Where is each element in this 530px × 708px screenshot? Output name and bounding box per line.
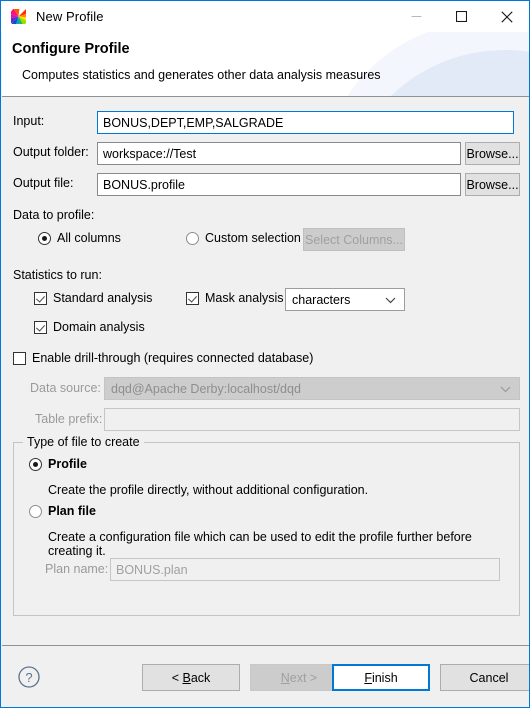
rainbow-pinwheel-icon [10,8,27,25]
checkbox-enable-drill-through-label: Enable drill-through (requires connected… [32,351,314,365]
radio-all-columns-label: All columns [57,231,121,245]
mask-mode-dropdown[interactable]: characters [285,288,405,311]
checkbox-standard-analysis-indicator [34,291,47,305]
output-file-label: Output file: [13,176,74,190]
page-title: Configure Profile [12,41,130,57]
chevron-down-icon-disabled [500,382,511,396]
checkbox-domain-analysis[interactable]: Domain analysis [34,320,145,334]
maximize-button[interactable] [439,1,484,32]
output-folder-label: Output folder: [13,145,89,159]
checkbox-standard-analysis-label: Standard analysis [53,291,153,305]
table-prefix-label: Table prefix: [35,412,103,426]
plan-name-field [110,558,500,581]
output-file-browse-button[interactable]: Browse... [465,173,520,196]
checkbox-enable-drill-through-indicator [13,351,26,365]
table-prefix-field [104,408,520,431]
data-to-profile-label: Data to profile: [13,208,95,222]
cancel-button-label: Cancel [469,670,509,685]
data-source-label: Data source: [30,381,101,395]
back-button[interactable]: < Back [142,664,240,691]
statistics-label: Statistics to run: [13,268,102,282]
radio-custom-selection-label: Custom selection [205,231,301,245]
radio-plan-file-label: Plan file [48,504,96,518]
close-button[interactable] [484,1,529,32]
finish-button[interactable]: Finish [332,664,430,691]
input-row: Input: [13,114,93,128]
radio-plan-file[interactable]: Plan file [29,504,96,518]
dialog-body: Input: Output folder: Browse... Output f… [2,97,529,645]
chevron-down-icon [385,293,396,307]
checkbox-domain-analysis-indicator [34,320,47,334]
input-field[interactable] [97,111,514,134]
dialog-footer: ? < Back Next > Finish Cancel [2,645,529,707]
profile-description: Create the profile directly, without add… [48,483,369,497]
back-button-label: < Back [171,670,211,685]
checkbox-mask-analysis[interactable]: Mask analysis [186,291,284,305]
checkbox-mask-analysis-label: Mask analysis [205,291,284,305]
plan-file-description: Create a configuration file which can be… [48,530,472,558]
next-button-label: Next > [280,670,318,685]
plan-name-label: Plan name: [45,562,109,576]
title-bar: New Profile [1,1,529,32]
checkbox-domain-analysis-label: Domain analysis [53,320,145,334]
mask-mode-value: characters [292,292,351,307]
data-source-value: dqd@Apache Derby:localhost/dqd [111,381,301,396]
radio-profile[interactable]: Profile [29,457,87,471]
new-profile-dialog: New Profile Configure Profile Computes s… [0,0,530,708]
output-file-row: Output file: [13,176,93,190]
window-controls [394,1,529,32]
file-type-group-legend: Type of file to create [23,435,144,449]
output-folder-row: Output folder: [13,145,93,159]
checkbox-mask-analysis-indicator [186,291,199,305]
data-source-dropdown: dqd@Apache Derby:localhost/dqd [104,377,520,400]
output-file-field[interactable] [97,173,461,196]
radio-all-columns-indicator [38,231,51,245]
radio-all-columns[interactable]: All columns [38,231,121,245]
checkbox-standard-analysis[interactable]: Standard analysis [34,291,152,305]
input-label: Input: [13,114,45,128]
select-columns-button: Select Columns... [303,228,405,251]
minimize-button[interactable] [394,1,439,32]
radio-custom-selection[interactable]: Custom selection [186,231,301,245]
wizard-header: Configure Profile Computes statistics an… [2,32,529,97]
radio-plan-file-indicator [29,504,42,518]
svg-text:?: ? [25,670,32,685]
radio-profile-label: Profile [48,457,87,471]
cancel-button[interactable]: Cancel [440,664,529,691]
page-subtitle: Computes statistics and generates other … [22,68,381,82]
file-type-group: Type of file to create Profile Create th… [13,435,520,616]
radio-custom-selection-indicator [186,231,199,245]
output-folder-field[interactable] [97,142,461,165]
window-title: New Profile [36,9,104,24]
help-circle-icon[interactable]: ? [17,665,41,689]
radio-profile-indicator [29,457,42,471]
output-folder-browse-button[interactable]: Browse... [465,142,520,165]
finish-button-label: Finish [364,670,398,685]
checkbox-enable-drill-through[interactable]: Enable drill-through (requires connected… [13,351,313,365]
